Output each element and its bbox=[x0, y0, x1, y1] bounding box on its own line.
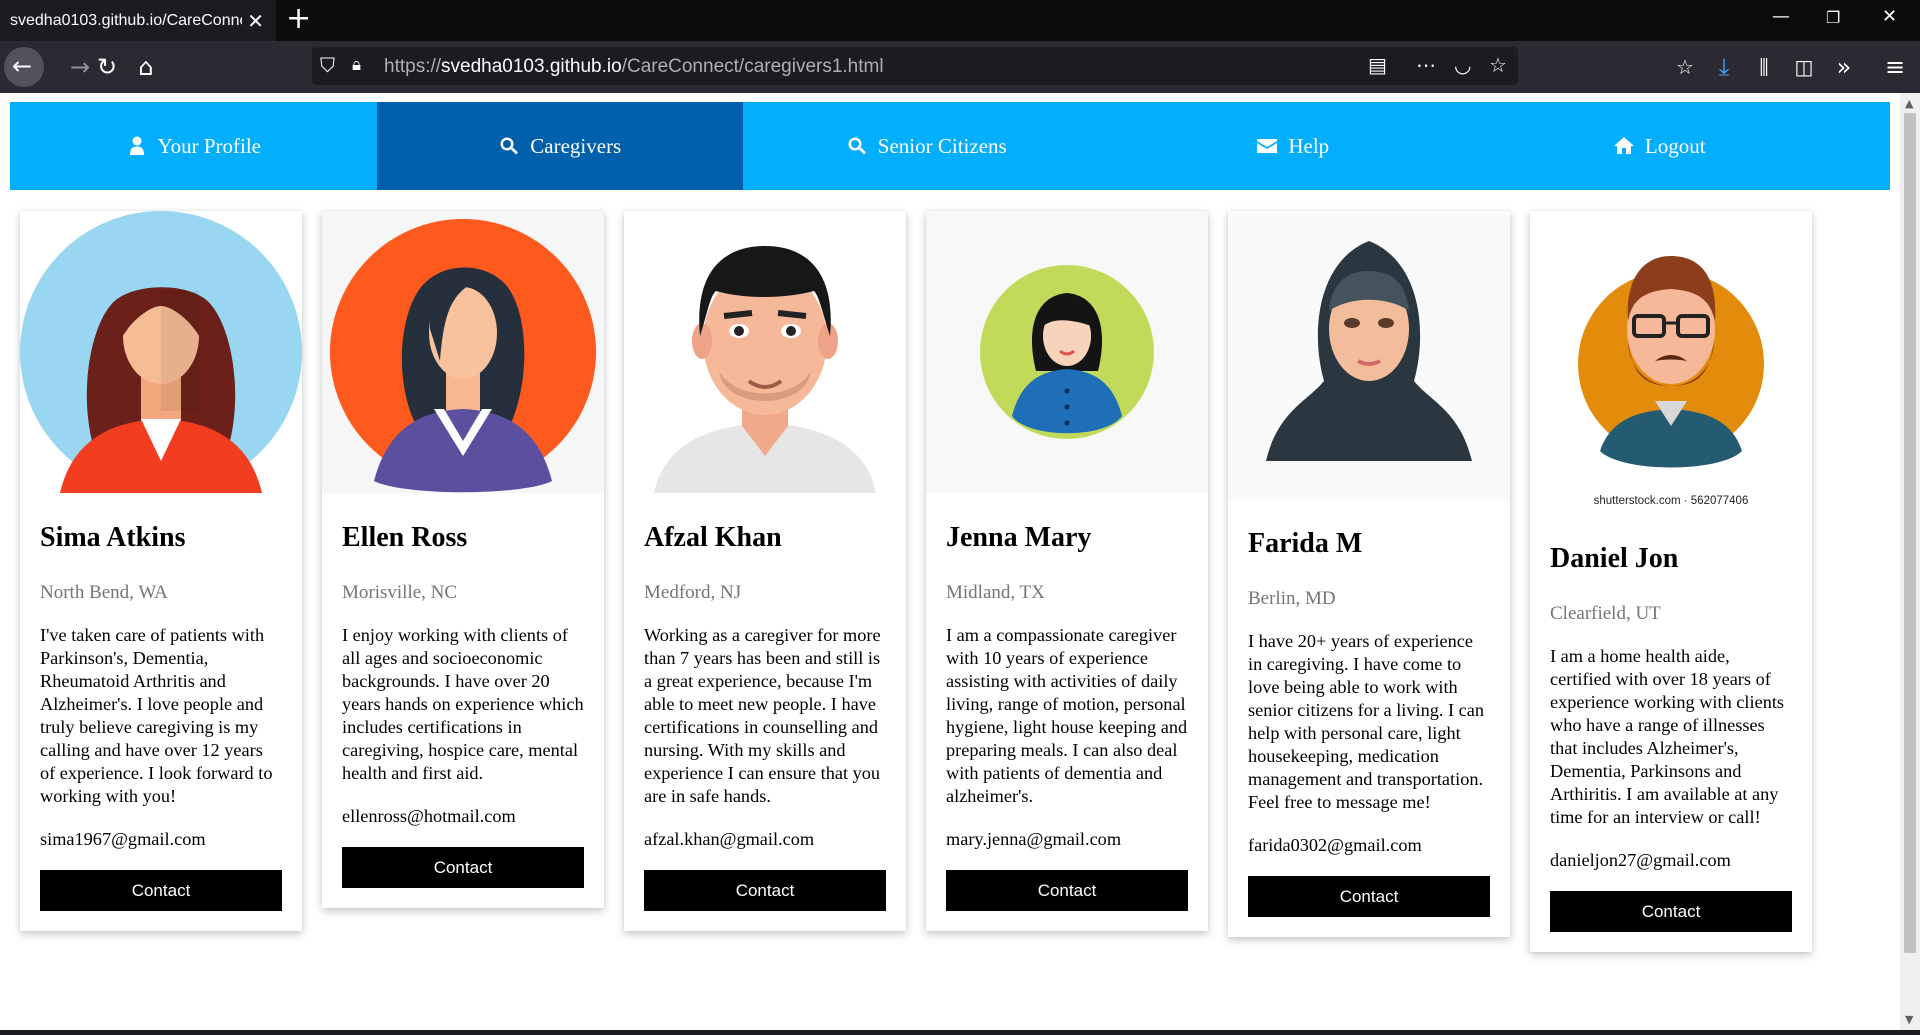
caregiver-email: afzal.khan@gmail.com bbox=[644, 829, 815, 849]
back-button[interactable]: ← bbox=[4, 47, 44, 87]
image-caption: shutterstock.com · 562077406 bbox=[1593, 495, 1749, 507]
caregiver-email: danieljon27@gmail.com bbox=[1550, 850, 1731, 870]
url-path: /CareConnect/caregivers1.html bbox=[621, 56, 884, 77]
browser-tab[interactable]: svedha0103.github.io/CareConne ✕ bbox=[0, 0, 276, 41]
url-text: https://svedha0103.github.io/CareConnect… bbox=[384, 56, 884, 78]
close-tab-icon[interactable]: ✕ bbox=[247, 9, 264, 34]
nav-senior-citizens[interactable]: Senior Citizens bbox=[743, 102, 1110, 190]
bearded-man-avatar-icon: shutterstock.com · 562077406 bbox=[1530, 211, 1812, 514]
shield-icon[interactable]: ⛉ bbox=[320, 53, 335, 77]
caregiver-card: shutterstock.com · 562077406 Daniel Jon … bbox=[1530, 211, 1812, 952]
caregiver-bio: I am a compassionate caregiver with 10 y… bbox=[946, 625, 1188, 806]
caregiver-location: North Bend, WA bbox=[40, 582, 168, 603]
caregiver-card: Jenna Mary Midland, TX I am a compassion… bbox=[926, 211, 1208, 931]
window-bottom-edge bbox=[0, 1030, 1920, 1035]
url-prefix: https:// bbox=[384, 56, 442, 77]
browser-tab-bar: svedha0103.github.io/CareConne ✕ + — ❐ ✕ bbox=[0, 0, 1920, 41]
woman-avatar-icon bbox=[926, 211, 1208, 493]
downloads-icon[interactable]: ⤓ bbox=[1709, 53, 1739, 81]
contact-button[interactable]: Contact bbox=[644, 870, 886, 911]
site-nav: Your Profile Caregivers Senior Citizens … bbox=[10, 102, 1890, 190]
caregiver-email: sima1967@gmail.com bbox=[40, 829, 206, 849]
user-icon bbox=[126, 135, 148, 157]
nav-label: Your Profile bbox=[157, 133, 261, 158]
restore-icon[interactable]: ❐ bbox=[1826, 8, 1840, 27]
contact-button[interactable]: Contact bbox=[1248, 876, 1490, 917]
caregiver-name: Afzal Khan bbox=[644, 522, 782, 553]
caregiver-bio: I've taken care of patients with Parkins… bbox=[40, 625, 273, 806]
caregiver-bio: Working as a caregiver for more than 7 y… bbox=[644, 625, 881, 806]
bookmark-page-icon[interactable]: ☆ bbox=[1489, 53, 1507, 77]
caregiver-location: Medford, NJ bbox=[644, 582, 742, 603]
search-icon bbox=[498, 135, 520, 157]
caregiver-email: farida0302@gmail.com bbox=[1248, 835, 1422, 855]
caregiver-bio: I am a home health aide, certified with … bbox=[1550, 646, 1785, 827]
page-actions-icon[interactable]: ⋯ bbox=[1416, 53, 1436, 77]
contact-button[interactable]: Contact bbox=[946, 870, 1188, 911]
back-arrow-icon: ← bbox=[12, 52, 33, 80]
menu-icon[interactable]: ≡ bbox=[1880, 53, 1910, 81]
nav-help[interactable]: Help bbox=[1110, 102, 1477, 190]
url-host: svedha0103.github.io bbox=[441, 56, 622, 77]
bookmark-star-icon[interactable]: ☆ bbox=[1670, 53, 1700, 81]
caregiver-bio: I enjoy working with clients of all ages… bbox=[342, 625, 584, 783]
forward-icon[interactable]: → bbox=[65, 53, 95, 81]
home-icon[interactable]: ⌂ bbox=[131, 53, 161, 81]
caregiver-name: Jenna Mary bbox=[946, 522, 1092, 553]
minimize-icon[interactable]: — bbox=[1772, 6, 1790, 27]
caregiver-card: Afzal Khan Medford, NJ Working as a care… bbox=[624, 211, 906, 931]
caregiver-name: Sima Atkins bbox=[40, 522, 186, 553]
caregiver-name: Farida M bbox=[1248, 528, 1363, 559]
search-icon bbox=[846, 135, 868, 157]
library-icon[interactable]: ⫼ bbox=[1749, 53, 1779, 81]
contact-button[interactable]: Contact bbox=[1550, 891, 1792, 932]
window-close-icon[interactable]: ✕ bbox=[1882, 6, 1897, 27]
caregiver-name: Daniel Jon bbox=[1550, 543, 1679, 574]
overflow-chevron-icon[interactable]: » bbox=[1829, 53, 1859, 81]
home-icon bbox=[1613, 135, 1635, 157]
envelope-icon bbox=[1256, 135, 1278, 157]
scroll-down-icon[interactable]: ▼ bbox=[1905, 1013, 1913, 1026]
nav-label: Senior Citizens bbox=[877, 133, 1007, 158]
reload-icon[interactable]: ↻ bbox=[92, 53, 122, 81]
contact-button[interactable]: Contact bbox=[40, 870, 282, 911]
contact-button[interactable]: Contact bbox=[342, 847, 584, 888]
vertical-scrollbar[interactable]: ▲ ▼ bbox=[1900, 93, 1920, 1030]
caregiver-card: Ellen Ross Morisville, NC I enjoy workin… bbox=[322, 211, 604, 908]
nav-logout[interactable]: Logout bbox=[1476, 102, 1843, 190]
caregiver-email: mary.jenna@gmail.com bbox=[946, 829, 1122, 849]
reader-view-icon[interactable]: ▤ bbox=[1368, 53, 1387, 77]
nav-label: Logout bbox=[1644, 133, 1706, 158]
caregiver-card: Sima Atkins North Bend, WA I've taken ca… bbox=[20, 211, 302, 931]
woman-avatar-icon bbox=[20, 211, 302, 493]
man-avatar-icon bbox=[624, 211, 906, 493]
nav-your-profile[interactable]: Your Profile bbox=[10, 102, 377, 190]
tab-title: svedha0103.github.io/CareConne bbox=[10, 11, 242, 29]
caregiver-card: Farida M Berlin, MD I have 20+ years of … bbox=[1228, 211, 1510, 937]
caregiver-location: Morisville, NC bbox=[342, 582, 458, 603]
nav-caregivers[interactable]: Caregivers bbox=[376, 102, 743, 190]
caregiver-location: Berlin, MD bbox=[1248, 588, 1336, 609]
caregiver-email: ellenross@hotmail.com bbox=[342, 806, 516, 826]
page-viewport: Your Profile Caregivers Senior Citizens … bbox=[0, 93, 1900, 1030]
caregiver-location: Clearfield, UT bbox=[1550, 603, 1661, 624]
lock-icon[interactable]: 🔒︎ bbox=[352, 55, 361, 75]
caregiver-name: Ellen Ross bbox=[342, 522, 468, 553]
nav-label: Help bbox=[1288, 133, 1330, 158]
url-bar[interactable]: ⛉ 🔒︎ https://svedha0103.github.io/CareCo… bbox=[312, 47, 1518, 85]
scroll-up-icon[interactable]: ▲ bbox=[1905, 97, 1913, 110]
hijab-woman-avatar-icon bbox=[1228, 211, 1510, 499]
scroll-thumb[interactable] bbox=[1904, 113, 1916, 953]
caregiver-location: Midland, TX bbox=[946, 582, 1045, 603]
new-tab-icon[interactable]: + bbox=[286, 4, 311, 34]
nav-label: Caregivers bbox=[530, 133, 622, 158]
pocket-icon[interactable]: ◡ bbox=[1454, 53, 1471, 77]
sidebar-icon[interactable]: ◫ bbox=[1789, 53, 1819, 81]
caregiver-bio: I have 20+ years of experience in caregi… bbox=[1248, 631, 1485, 812]
woman-avatar-icon bbox=[322, 211, 604, 493]
